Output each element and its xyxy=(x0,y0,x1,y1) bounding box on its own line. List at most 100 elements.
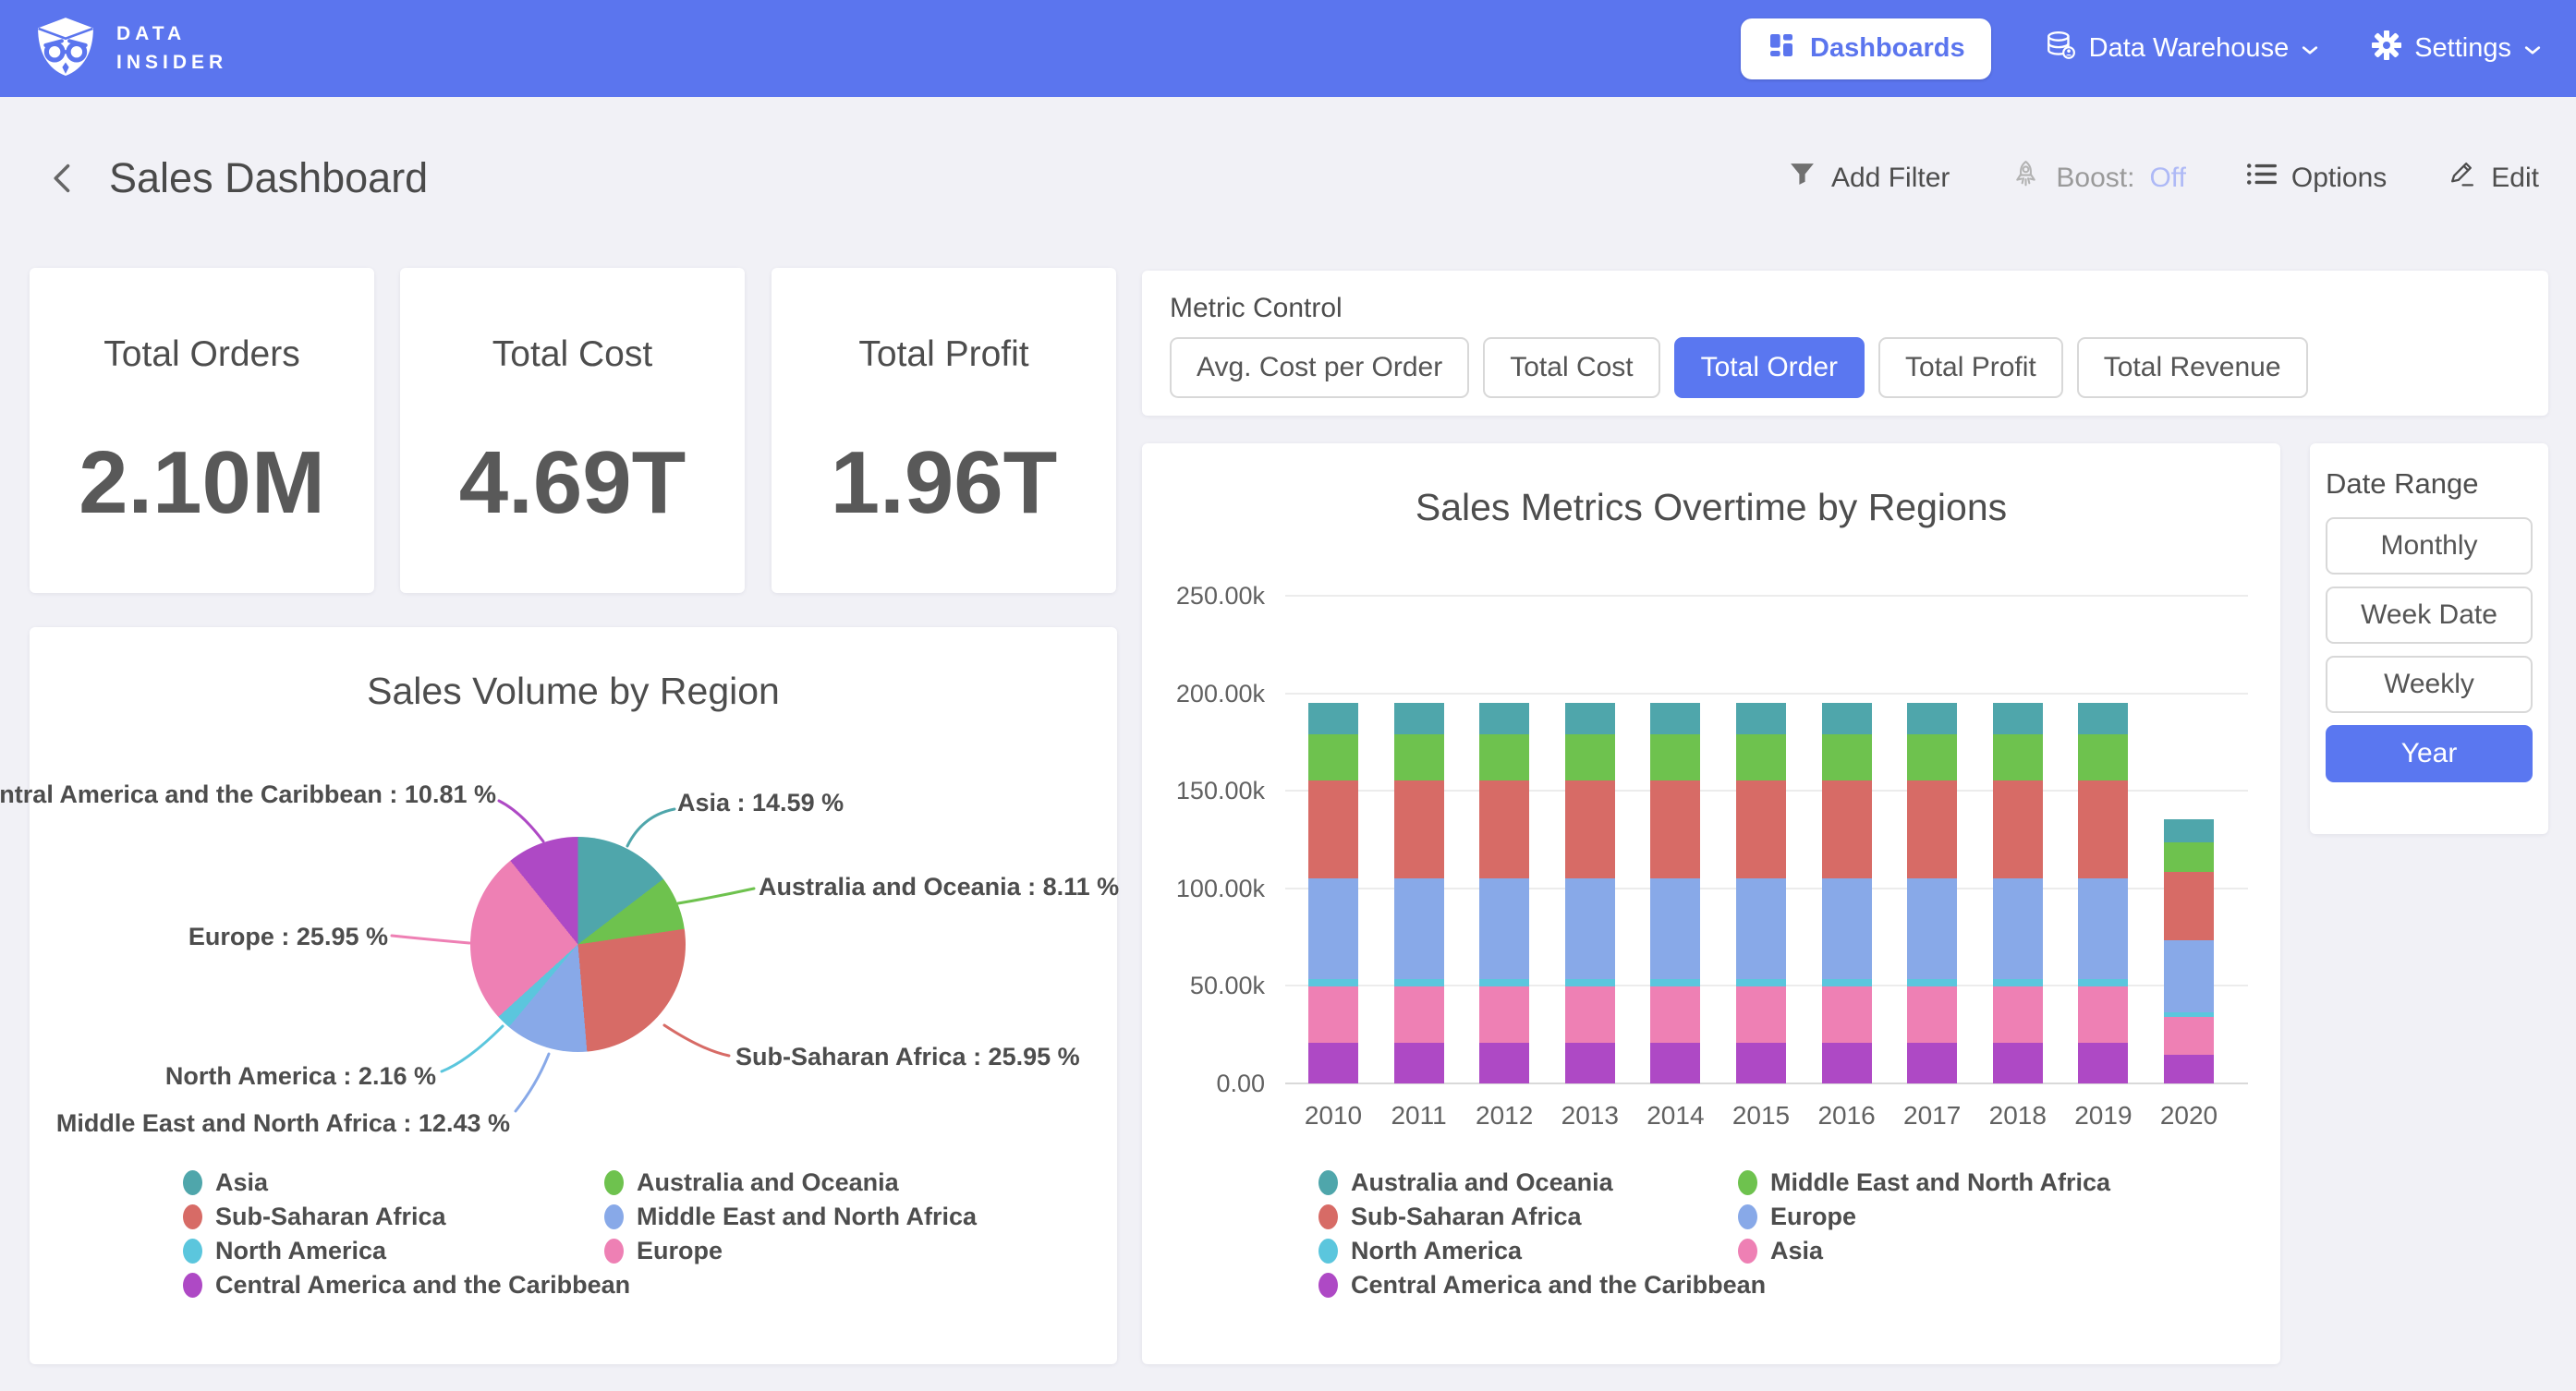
bar-segment[interactable] xyxy=(1907,1043,1957,1083)
legend-item[interactable]: Central America and the Caribbean xyxy=(183,1273,630,1298)
bar-segment[interactable] xyxy=(1993,979,2043,987)
bar-segment[interactable] xyxy=(1565,1043,1615,1083)
bar-segment[interactable] xyxy=(1394,703,1444,734)
bar-segment[interactable] xyxy=(1993,878,2043,979)
bar-segment[interactable] xyxy=(2078,780,2128,878)
legend-item[interactable]: Australia and Oceania xyxy=(604,1170,977,1195)
pie-chart[interactable] xyxy=(470,837,686,1052)
bar-segment[interactable] xyxy=(1394,986,1444,1042)
back-button[interactable] xyxy=(37,152,89,204)
boost-toggle[interactable]: Boost: Off xyxy=(2011,159,2186,197)
bar-segment[interactable] xyxy=(1822,703,1872,734)
bar-segment[interactable] xyxy=(1479,878,1529,979)
bar-segment[interactable] xyxy=(2164,1055,2214,1083)
bar-segment[interactable] xyxy=(1822,986,1872,1042)
bar-segment[interactable] xyxy=(1907,780,1957,878)
bar-segment[interactable] xyxy=(2078,703,2128,734)
bar-segment[interactable] xyxy=(1650,703,1700,734)
bar-segment[interactable] xyxy=(1907,703,1957,734)
bar-segment[interactable] xyxy=(1479,703,1529,734)
bar-segment[interactable] xyxy=(1479,979,1529,987)
bar-segment[interactable] xyxy=(2078,878,2128,979)
bar-segment[interactable] xyxy=(1736,979,1786,987)
legend-item[interactable]: Asia xyxy=(183,1170,630,1195)
bar-segment[interactable] xyxy=(1822,979,1872,987)
bar-segment[interactable] xyxy=(1736,734,1786,781)
bar-segment[interactable] xyxy=(2078,986,2128,1042)
bar-segment[interactable] xyxy=(1907,734,1957,781)
legend-item[interactable]: Middle East and North Africa xyxy=(604,1204,977,1229)
bar-segment[interactable] xyxy=(1993,734,2043,781)
bar-segment[interactable] xyxy=(1308,878,1358,979)
legend-item[interactable]: Asia xyxy=(1738,1239,2110,1264)
bar-segment[interactable] xyxy=(2078,979,2128,987)
bar-segment[interactable] xyxy=(1394,979,1444,987)
bar-segment[interactable] xyxy=(1565,734,1615,781)
bar-segment[interactable] xyxy=(1308,734,1358,781)
bar-segment[interactable] xyxy=(1394,780,1444,878)
bar-segment[interactable] xyxy=(1907,878,1957,979)
bar-segment[interactable] xyxy=(2164,819,2214,842)
nav-item-settings[interactable]: Settings xyxy=(2372,30,2541,67)
legend-item[interactable]: North America xyxy=(1318,1239,1766,1264)
legend-item[interactable]: Middle East and North Africa xyxy=(1738,1170,2110,1195)
bar-segment[interactable] xyxy=(1650,734,1700,781)
bar-segment[interactable] xyxy=(1822,734,1872,781)
bar-segment[interactable] xyxy=(1479,734,1529,781)
nav-item-data-warehouse[interactable]: Data Warehouse xyxy=(2045,30,2319,68)
bar-segment[interactable] xyxy=(2164,1017,2214,1055)
bar-segment[interactable] xyxy=(1650,1043,1700,1083)
date-button-week-date[interactable]: Week Date xyxy=(2326,587,2533,644)
brand[interactable]: DATA INSIDER xyxy=(35,16,227,81)
legend-item[interactable]: Sub-Saharan Africa xyxy=(183,1204,630,1229)
options-button[interactable]: Options xyxy=(2247,162,2387,194)
bar-segment[interactable] xyxy=(1993,780,2043,878)
bar-segment[interactable] xyxy=(1907,979,1957,987)
nav-item-dashboards[interactable]: Dashboards xyxy=(1741,18,1991,79)
metric-button-total-cost[interactable]: Total Cost xyxy=(1483,337,1659,398)
bar-segment[interactable] xyxy=(1308,979,1358,987)
bar-segment[interactable] xyxy=(1822,878,1872,979)
date-button-weekly[interactable]: Weekly xyxy=(2326,656,2533,713)
metric-button-total-revenue[interactable]: Total Revenue xyxy=(2077,337,2308,398)
bar-segment[interactable] xyxy=(1479,1043,1529,1083)
metric-button-total-profit[interactable]: Total Profit xyxy=(1878,337,2063,398)
bar-segment[interactable] xyxy=(1394,1043,1444,1083)
date-button-year[interactable]: Year xyxy=(2326,725,2533,782)
legend-item[interactable]: Australia and Oceania xyxy=(1318,1170,1766,1195)
bar-segment[interactable] xyxy=(2164,842,2214,872)
bar-segment[interactable] xyxy=(1565,703,1615,734)
bar-segment[interactable] xyxy=(1479,986,1529,1042)
metric-button-total-order[interactable]: Total Order xyxy=(1674,337,1865,398)
bar-segment[interactable] xyxy=(1650,986,1700,1042)
bar-segment[interactable] xyxy=(2164,872,2214,940)
bar-segment[interactable] xyxy=(1822,1043,1872,1083)
bar-segment[interactable] xyxy=(1394,734,1444,781)
legend-item[interactable]: Europe xyxy=(1738,1204,2110,1229)
edit-button[interactable]: Edit xyxy=(2448,160,2539,196)
legend-item[interactable]: Europe xyxy=(604,1239,977,1264)
bar-segment[interactable] xyxy=(1565,979,1615,987)
bar-segment[interactable] xyxy=(1822,780,1872,878)
bar-segment[interactable] xyxy=(2078,1043,2128,1083)
metric-button-avg-cost-per-order[interactable]: Avg. Cost per Order xyxy=(1170,337,1469,398)
bar-segment[interactable] xyxy=(1736,878,1786,979)
bar-segment[interactable] xyxy=(2078,734,2128,781)
bar-segment[interactable] xyxy=(1736,703,1786,734)
legend-item[interactable]: Sub-Saharan Africa xyxy=(1318,1204,1766,1229)
bar-segment[interactable] xyxy=(1650,780,1700,878)
bar-segment[interactable] xyxy=(1993,703,2043,734)
bar-segment[interactable] xyxy=(1565,780,1615,878)
bar-segment[interactable] xyxy=(1736,1043,1786,1083)
bar-segment[interactable] xyxy=(1394,878,1444,979)
bar-segment[interactable] xyxy=(2164,940,2214,1012)
legend-item[interactable]: Central America and the Caribbean xyxy=(1318,1273,1766,1298)
add-filter-button[interactable]: Add Filter xyxy=(1788,160,1950,196)
bar-segment[interactable] xyxy=(1308,986,1358,1042)
bar-segment[interactable] xyxy=(1650,878,1700,979)
bar-segment[interactable] xyxy=(1993,1043,2043,1083)
bar-segment[interactable] xyxy=(1736,780,1786,878)
bar-segment[interactable] xyxy=(2164,1012,2214,1017)
bar-segment[interactable] xyxy=(1565,986,1615,1042)
bar-segment[interactable] xyxy=(1993,986,2043,1042)
